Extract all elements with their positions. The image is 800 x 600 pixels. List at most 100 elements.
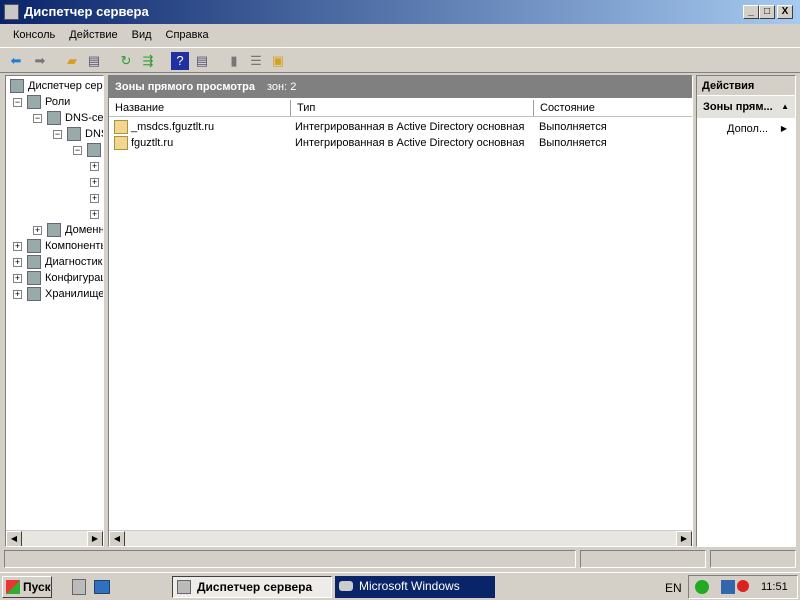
status-panel <box>710 550 796 568</box>
tree-item-configuration[interactable]: + Конфигурация <box>13 270 103 286</box>
expand-icon[interactable]: + <box>13 289 22 299</box>
tree-item-roles[interactable]: − Роли <box>13 94 70 110</box>
zone-name: _msdcs.fguztlt.ru <box>131 121 215 133</box>
refresh-icon[interactable]: ↻ <box>117 52 135 70</box>
actions-pane: Действия Зоны прям... ▲ Допол... ▶ <box>696 75 796 547</box>
scroll-right-icon[interactable]: ▶ <box>87 531 103 546</box>
expand-icon[interactable]: + <box>90 177 99 187</box>
tree-item-diagnostics[interactable]: + Диагностика <box>13 254 103 270</box>
diagnostics-icon <box>27 255 41 270</box>
task-label: Диспетчер сервера <box>197 580 313 594</box>
action-label: Допол... <box>727 123 769 135</box>
forward-icon[interactable]: ➡ <box>31 52 49 70</box>
menu-console[interactable]: Консоль <box>6 25 62 46</box>
show-hide-action-pane-icon[interactable]: ▤ <box>193 52 211 70</box>
expand-icon[interactable]: + <box>90 193 99 203</box>
zone-icon <box>114 136 128 150</box>
scroll-left-icon[interactable]: ◀ <box>6 531 22 546</box>
up-folder-icon[interactable]: ▰ <box>63 52 81 70</box>
menu-help[interactable]: Справка <box>159 25 216 46</box>
task-label: Microsoft Windows <box>359 579 460 593</box>
minimize-button[interactable]: _ <box>743 5 759 19</box>
table-row[interactable]: _msdcs.fguztlt.ru Интегрированная в Acti… <box>109 119 689 135</box>
dns-icon <box>47 111 61 126</box>
collapse-icon[interactable]: − <box>53 129 62 139</box>
task-server-manager[interactable]: Диспетчер сервера <box>172 576 332 598</box>
language-indicator[interactable]: EN <box>665 581 682 595</box>
tree-label: Диспетчер сервера <box>28 80 103 92</box>
tree-label: Компоненты <box>45 240 104 252</box>
tree-item-child[interactable]: + <box>90 174 103 190</box>
tree-item-child[interactable]: + <box>90 190 103 206</box>
scroll-left-icon[interactable]: ◀ <box>109 531 125 546</box>
scroll-right-icon[interactable]: ▶ <box>676 531 692 546</box>
tree-item-storage[interactable]: + Хранилище <box>13 286 104 302</box>
horizontal-scrollbar[interactable]: ◀ ▶ <box>6 530 103 546</box>
tree-item-server-manager[interactable]: Диспетчер сервера <box>10 78 103 94</box>
zone-state: Выполняется <box>539 121 607 133</box>
network-warning-icon[interactable] <box>721 580 735 594</box>
column-state[interactable]: Состояние <box>534 100 692 117</box>
collapse-icon[interactable]: − <box>13 97 22 107</box>
back-icon[interactable]: ⬅ <box>7 52 25 70</box>
tree-label: Хранилище <box>45 288 104 300</box>
show-hide-tree-icon[interactable]: ▤ <box>85 52 103 70</box>
tree-item-domain-services[interactable]: + Доменные службы <box>33 222 103 238</box>
console-tree: Диспетчер сервера −Роли −DNS-сервер −DNS… <box>5 75 104 547</box>
tree-item-dns[interactable]: − DNS <box>53 126 103 142</box>
title-bar: Диспетчер сервера _ □ X <box>0 0 800 24</box>
server-manager-icon <box>4 4 19 20</box>
zone-icon[interactable]: ▣ <box>269 52 287 70</box>
server-icon <box>87 143 101 158</box>
tree-item-child[interactable]: + <box>90 158 103 174</box>
actions-section[interactable]: Зоны прям... ▲ <box>697 96 795 118</box>
section-label: Зоны прям... <box>703 101 773 113</box>
collapse-up-icon[interactable]: ▲ <box>781 96 789 118</box>
tree-item-child[interactable]: + <box>90 206 103 222</box>
show-desktop-icon[interactable] <box>94 580 110 594</box>
start-label: Пуск <box>23 580 51 594</box>
list-icon[interactable]: ☰ <box>247 52 265 70</box>
taskbar: Пуск Диспетчер сервера Microsoft Windows… <box>0 572 800 600</box>
maximize-button[interactable]: □ <box>759 5 775 19</box>
expand-icon[interactable]: + <box>13 273 22 283</box>
menu-view[interactable]: Вид <box>125 25 159 46</box>
volume-muted-icon[interactable] <box>737 580 749 592</box>
expand-icon[interactable]: + <box>13 241 22 251</box>
start-button[interactable]: Пуск <box>2 576 52 598</box>
collapse-icon[interactable]: − <box>73 145 82 155</box>
tree-item-server[interactable]: − <box>73 142 103 158</box>
column-name[interactable]: Название <box>109 100 291 117</box>
domain-icon <box>47 223 61 238</box>
expand-icon[interactable]: + <box>90 209 99 219</box>
windows-logo-icon <box>6 580 20 594</box>
clock[interactable]: 11:51 <box>761 581 788 593</box>
actions-title: Действия <box>697 76 795 96</box>
export-list-icon[interactable]: ⇶ <box>139 52 157 70</box>
expand-icon[interactable]: + <box>33 225 42 235</box>
task-microsoft-windows[interactable]: Microsoft Windows <box>335 576 495 598</box>
column-type[interactable]: Тип <box>291 100 534 117</box>
pane-title: Зоны прямого просмотра <box>115 81 255 93</box>
menu-action[interactable]: Действие <box>62 25 124 46</box>
table-row[interactable]: fguztlt.ru Интегрированная в Active Dire… <box>109 135 689 151</box>
status-panel <box>4 550 576 568</box>
security-icon[interactable] <box>695 580 709 594</box>
expand-icon[interactable]: + <box>13 257 22 267</box>
server-icon[interactable]: ▮ <box>225 52 243 70</box>
collapse-icon[interactable]: − <box>33 113 42 123</box>
tree-item-features[interactable]: + Компоненты <box>13 238 104 254</box>
horizontal-scrollbar[interactable]: ◀ ▶ <box>109 530 692 546</box>
system-tray: 11:51 <box>688 575 798 599</box>
tree-label: Роли <box>45 96 71 108</box>
action-more[interactable]: Допол... ▶ <box>697 118 795 140</box>
help-icon[interactable]: ? <box>171 52 189 70</box>
zone-name: fguztlt.ru <box>131 137 174 149</box>
toolbar: ⬅ ➡ ▰ ▤ ↻ ⇶ ? ▤ ▮ ☰ ▣ <box>0 47 800 73</box>
expand-icon[interactable]: + <box>90 161 99 171</box>
close-button[interactable]: X <box>777 5 793 19</box>
tree-item-dns-server[interactable]: − DNS-сервер <box>33 110 104 126</box>
tree-label: DNS-сервер <box>65 112 104 124</box>
server-manager-quicklaunch-icon[interactable] <box>72 579 86 595</box>
zone-type: Интегрированная в Active Directory основ… <box>295 137 525 149</box>
